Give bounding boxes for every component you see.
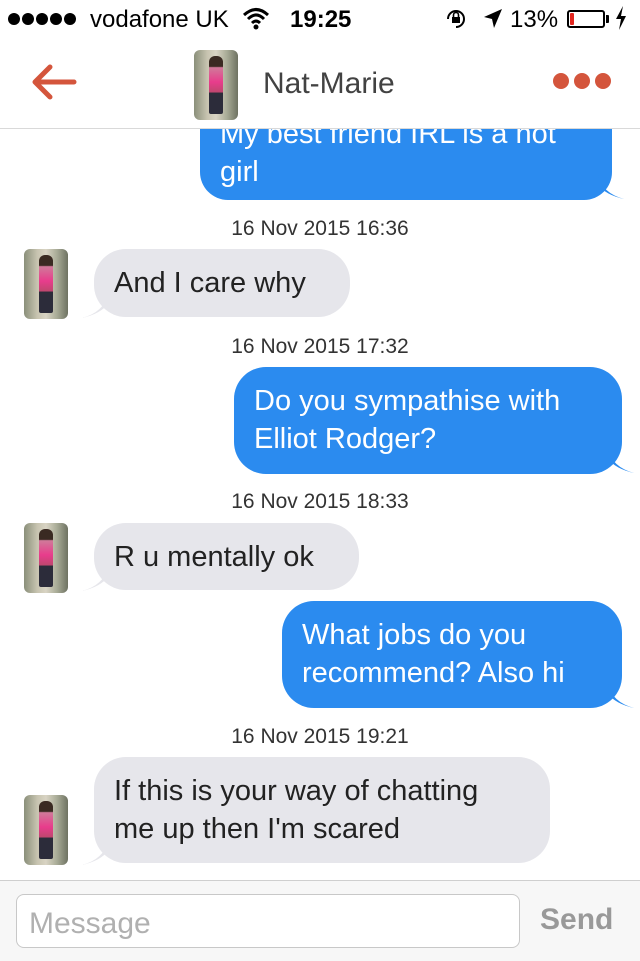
location-arrow-icon [482, 7, 504, 38]
incoming-message[interactable]: If this is your way of chatting me up th… [94, 757, 550, 863]
contact-name[interactable]: Nat-Marie [263, 67, 395, 101]
sender-avatar[interactable] [24, 249, 68, 319]
rotation-lock-icon [444, 7, 468, 38]
bubble-tail [82, 294, 108, 318]
bubble-tail [598, 175, 624, 199]
incoming-message[interactable]: And I care why [94, 249, 350, 317]
bubble-tail [82, 567, 108, 591]
message-timestamp: 16 Nov 2015 16:36 [231, 217, 409, 240]
signal-strength-icon [8, 13, 76, 25]
wifi-icon [242, 6, 270, 37]
chat-header: Nat-Marie [0, 40, 640, 129]
contact-avatar[interactable] [194, 50, 238, 120]
outgoing-message[interactable]: What jobs do you recommend? Also hi [282, 601, 622, 708]
more-options-button[interactable] [553, 73, 611, 89]
message-list[interactable]: My best friend IRL is a hot girl 16 Nov … [0, 129, 640, 879]
outgoing-message[interactable]: My best friend IRL is a hot girl [200, 129, 612, 200]
send-button[interactable]: Send [540, 903, 613, 937]
bubble-tail [608, 449, 634, 473]
message-input[interactable]: Message [16, 894, 520, 948]
charging-bolt-icon [615, 5, 627, 37]
outgoing-message[interactable]: Do you sympathise with Elliot Rodger? [234, 367, 622, 474]
bubble-tail [608, 684, 634, 708]
bubble-tail [82, 841, 108, 865]
carrier-name: vodafone UK [90, 6, 229, 33]
sender-avatar[interactable] [24, 523, 68, 593]
back-arrow-icon [32, 64, 77, 100]
incoming-message[interactable]: R u mentally ok [94, 523, 359, 590]
battery-percent: 13% [510, 6, 559, 33]
status-bar: vodafone UK 19:25 13% [0, 0, 640, 40]
battery-tip [606, 15, 609, 23]
back-button[interactable] [30, 62, 78, 102]
battery-icon [567, 10, 605, 28]
message-timestamp: 16 Nov 2015 17:32 [231, 335, 409, 358]
message-timestamp: 16 Nov 2015 18:33 [231, 490, 409, 513]
message-composer: Message Send [0, 880, 640, 961]
more-dots-icon [553, 73, 569, 89]
message-timestamp: 16 Nov 2015 19:21 [231, 725, 409, 748]
status-time: 19:25 [290, 6, 352, 33]
sender-avatar[interactable] [24, 795, 68, 865]
